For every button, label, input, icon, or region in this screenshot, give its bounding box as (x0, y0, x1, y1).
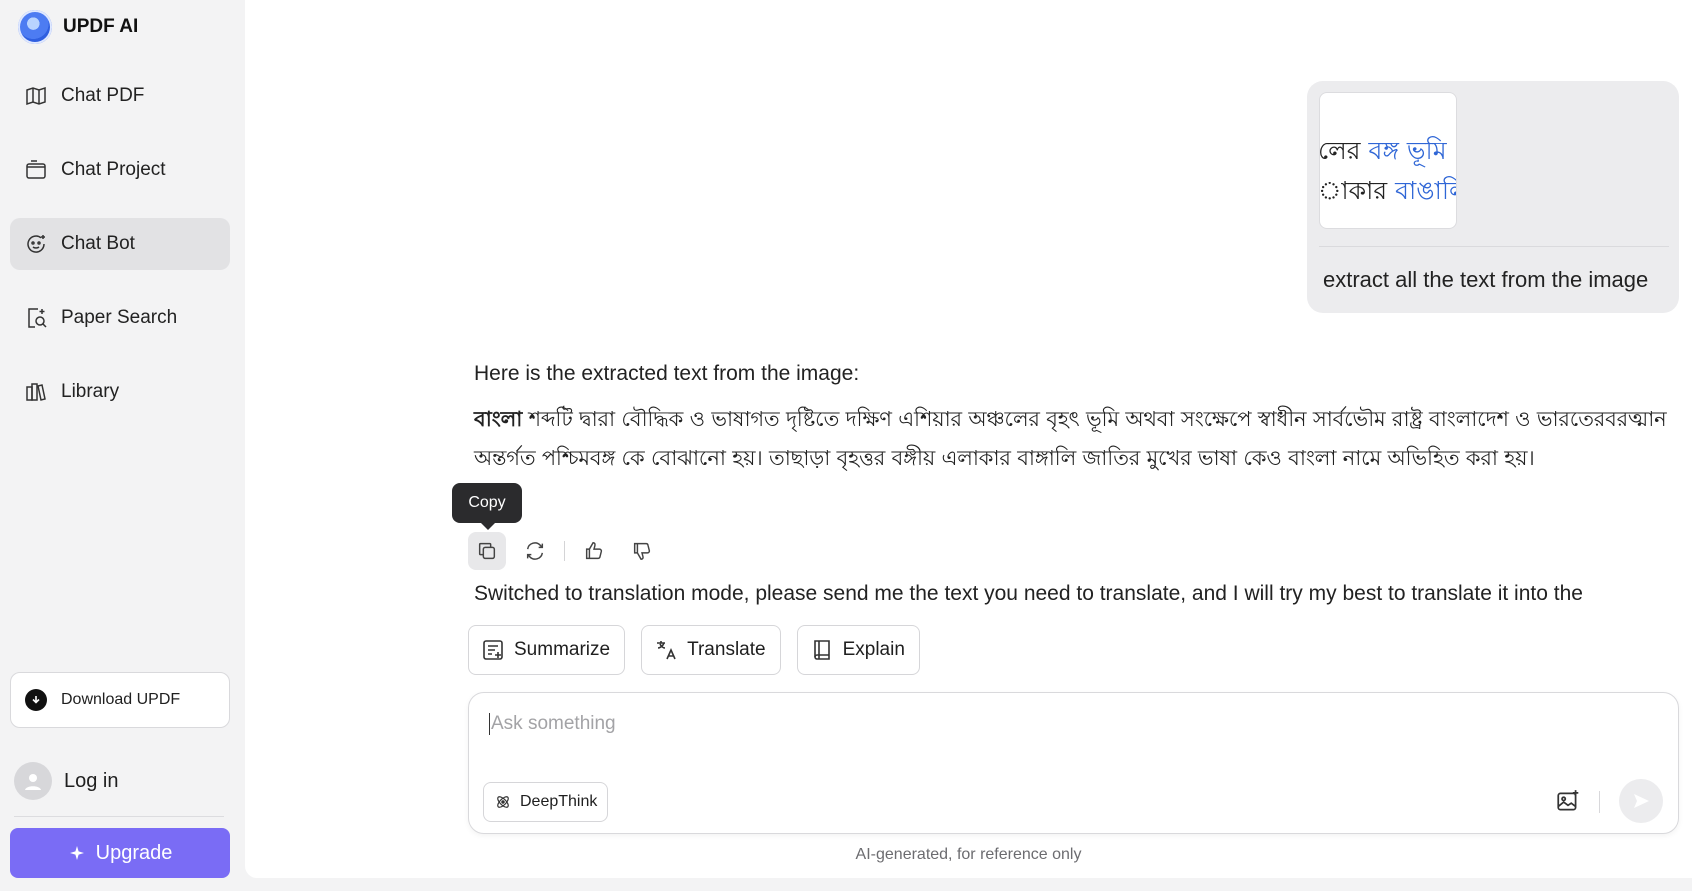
user-icon (25, 774, 41, 790)
login-label: Log in (64, 769, 119, 792)
sidebar-item-label: Paper Search (61, 307, 178, 328)
thumbs-up-icon (585, 542, 603, 560)
thumbnail-text: াকার (1319, 176, 1396, 205)
sidebar-item-label: Chat PDF (61, 85, 145, 106)
sidebar-item-label: Library (61, 381, 120, 402)
copy-button[interactable] (468, 532, 506, 570)
user-message-bubble: লের বঙ্গ ভূমি াকার বাঙালি extract all th… (1307, 81, 1679, 313)
thumbnail-line: লের বঙ্গ ভূমি (1319, 131, 1447, 174)
thumbnail-link-text: বাঙালি (1395, 176, 1456, 205)
thumbnail-link-text: বঙ্গ ভূমি (1368, 136, 1447, 165)
download-label: Download UPDF (61, 691, 181, 708)
book-icon (813, 640, 830, 660)
brand-name: UPDF AI (63, 16, 139, 37)
assistant-message: Here is the extracted text from the imag… (474, 362, 1674, 478)
deepthink-toggle[interactable]: DeepThink (483, 782, 609, 822)
thumbnail-text: লের (1319, 136, 1369, 165)
ask-input[interactable] (489, 713, 1091, 735)
image-add-icon (1557, 790, 1579, 811)
upgrade-button[interactable]: Upgrade (10, 828, 230, 878)
regenerate-button[interactable] (516, 532, 554, 570)
sidebar-item-label: Chat Bot (61, 233, 135, 254)
quick-actions: Summarize Translate Explain (468, 625, 920, 675)
assistant-body-text: শব্দটি দ্বারা বৌদ্ধিক ও ভাষাগত দৃষ্টিতে … (474, 407, 1667, 470)
chip-label: Explain (842, 639, 905, 660)
sidebar-nav: Chat PDF Chat Project Chat Bot Paper Sea… (10, 70, 230, 440)
assistant-bold-word: বাংলা (474, 407, 523, 431)
assistant-intro: Here is the extracted text from the imag… (474, 362, 860, 385)
folder-icon (26, 160, 46, 179)
sidebar: UPDF AI Chat PDF Chat Project Chat Bot P… (0, 0, 244, 891)
chip-label: Summarize (514, 639, 611, 660)
sidebar-item-chat-pdf[interactable]: Chat PDF (10, 70, 230, 122)
input-divider (1599, 791, 1600, 813)
copy-icon (478, 542, 496, 560)
summarize-icon (483, 640, 503, 660)
login-button[interactable]: Log in (14, 762, 119, 800)
translation-mode-message: Switched to translation mode, please sen… (474, 582, 1583, 605)
sparkle-icon (69, 846, 84, 860)
thumbs-down-icon (633, 542, 651, 560)
actions-divider (564, 541, 565, 561)
updf-logo-icon (18, 10, 52, 44)
books-icon (26, 383, 46, 401)
avatar (14, 762, 52, 800)
bubble-divider (1319, 246, 1669, 247)
sidebar-item-chat-bot[interactable]: Chat Bot (10, 218, 230, 270)
sidebar-item-library[interactable]: Library (10, 366, 230, 418)
ai-disclaimer: AI-generated, for reference only (855, 846, 1082, 863)
brand[interactable]: UPDF AI (18, 10, 138, 44)
map-book-icon (26, 86, 46, 106)
summarize-button[interactable]: Summarize (468, 625, 626, 675)
translate-button[interactable]: Translate (641, 625, 781, 675)
message-actions (468, 532, 661, 570)
sidebar-item-paper-search[interactable]: Paper Search (10, 292, 230, 344)
bot-face-icon (27, 235, 45, 253)
upgrade-label: Upgrade (95, 841, 173, 864)
explain-button[interactable]: Explain (796, 625, 920, 675)
doc-search-icon (28, 308, 47, 328)
chat-input-box: DeepThink (468, 692, 1679, 834)
assistant-body: বাংলা শব্দটি দ্বারা বৌদ্ধিক ও ভাষাগত দৃষ… (474, 400, 1674, 478)
chat-panel: লের বঙ্গ ভূমি াকার বাঙালি extract all th… (245, 0, 1692, 878)
attached-image-thumbnail[interactable]: লের বঙ্গ ভূমি াকার বাঙালি (1319, 92, 1457, 229)
chip-label: Translate (687, 639, 766, 660)
translate-icon (657, 641, 676, 660)
sidebar-item-label: Chat Project (61, 159, 166, 180)
send-button[interactable] (1619, 779, 1663, 823)
atom-icon (497, 796, 509, 808)
refresh-icon (526, 542, 544, 560)
download-updf-button[interactable]: Download UPDF (10, 672, 230, 728)
sidebar-item-chat-project[interactable]: Chat Project (10, 144, 230, 196)
user-message-text: extract all the text from the image (1323, 267, 1649, 292)
thumbnail-line: াকার বাঙালি (1319, 171, 1456, 214)
download-icon (25, 689, 47, 711)
thumbs-down-button[interactable] (623, 532, 661, 570)
upload-image-button[interactable] (1552, 785, 1584, 817)
thumbs-up-button[interactable] (575, 532, 613, 570)
copy-tooltip: Copy (452, 483, 522, 530)
deepthink-label: DeepThink (520, 793, 598, 810)
sidebar-divider (14, 816, 224, 817)
send-icon (1634, 794, 1649, 808)
